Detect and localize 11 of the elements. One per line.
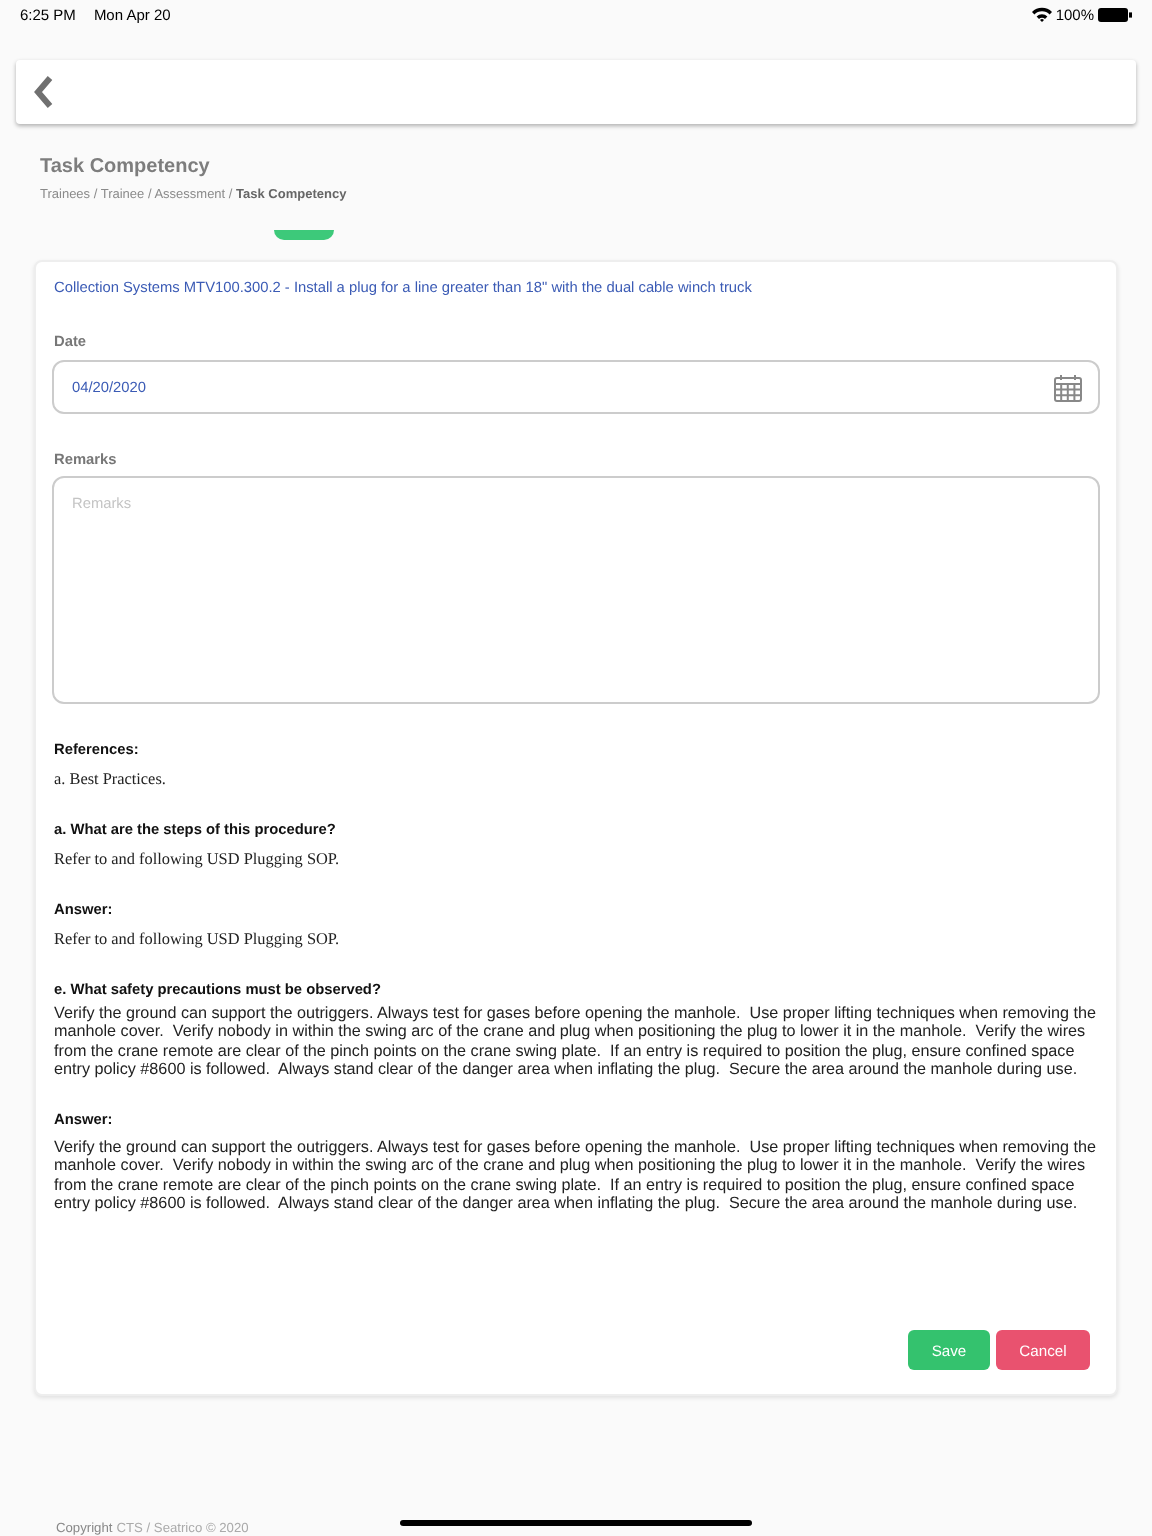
page-title: Task Competency <box>40 156 212 178</box>
wifi-icon <box>1031 6 1052 22</box>
semicircle-shape <box>274 230 334 240</box>
section-text: Refer to and following USD Plugging SOP. <box>54 850 342 868</box>
section-text: Verify the ground can support the outriggers. Always test for gases before opening the manhole. Use proper lifting techniques when removing the manhole cover. Verify nobody in within the swing arc of the crane and plug when positioning the plug to lower it in the manhole. Verify the wires from the crane remote are clear of the pinch points on the crane swing plate. If an entry is required to position the plug, ensure confined space entry policy #8600 is followed. Always stand clear of the danger area when inflating the plug. Secure the area around the manhole during use. <box>54 1138 1099 1213</box>
section-text: Verify the ground can support the outriggers. Always test for gases before opening the manhole. Use proper lifting techniques when removing the manhole cover. Verify nobody in within the swing arc of the crane and plug when positioning the plug to lower it in the manhole. Verify the wires from the crane remote are clear of the pinch points on the crane swing plate. If an entry is required to position the plug, ensure confined space entry policy #8600 is followed. Always stand clear of the danger area when inflating the plug. Secure the area around the manhole during use. <box>54 1004 1099 1079</box>
back-icon[interactable] <box>34 76 54 108</box>
battery-icon <box>1098 7 1132 21</box>
calendar-icon[interactable] <box>1054 373 1082 401</box>
section-text: Refer to and following USD Plugging SOP. <box>54 930 342 948</box>
section-text: a. Best Practices. <box>54 770 168 788</box>
